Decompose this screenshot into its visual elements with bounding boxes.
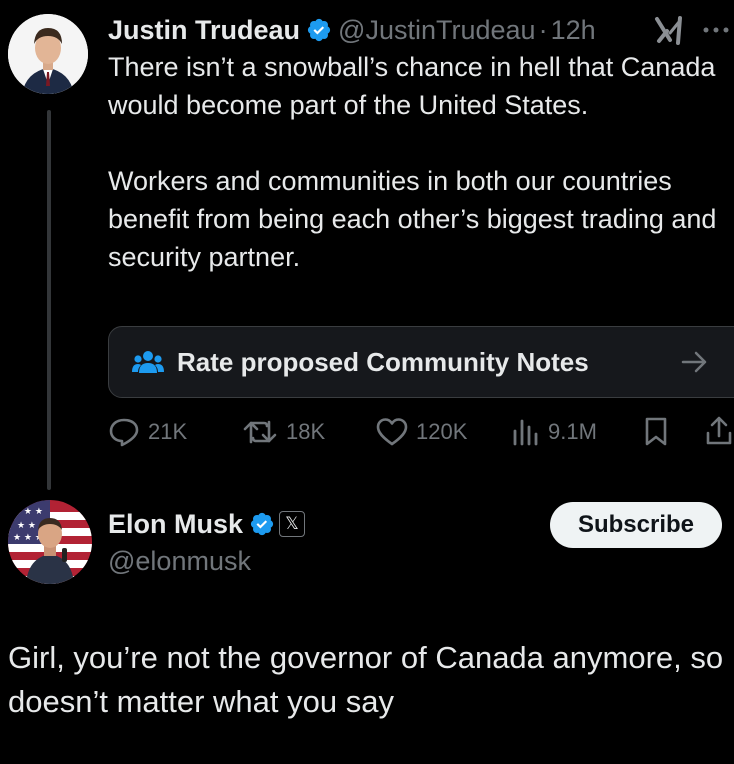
- rate-community-notes-button[interactable]: Rate proposed Community Notes: [108, 326, 734, 398]
- reply-icon: [109, 418, 139, 447]
- more-icon[interactable]: [702, 25, 732, 35]
- reply-action[interactable]: 21K: [108, 410, 187, 454]
- reply-body: Girl, you’re not the governor of Canada …: [8, 640, 724, 719]
- views-action[interactable]: 9.1M: [510, 410, 597, 454]
- arrow-right-icon: [681, 351, 707, 373]
- tweet-paragraph: There isn’t a snowball’s chance in hell …: [108, 52, 716, 120]
- grok-icon[interactable]: [652, 13, 686, 47]
- tweet-actions: 21K 18K 120K 9.1M: [108, 410, 734, 454]
- verified-badge-icon: [250, 512, 274, 536]
- heart-icon: [376, 418, 408, 446]
- thread-line: [47, 110, 51, 490]
- repost-count: 18K: [286, 419, 326, 444]
- reply-header: Elon Musk 𝕏: [108, 504, 306, 544]
- share-icon[interactable]: [704, 415, 734, 447]
- verified-badge-icon: [307, 18, 331, 42]
- reply-count: 21K: [148, 419, 188, 444]
- author-handle[interactable]: @JustinTrudeau: [338, 15, 536, 46]
- avatar-elon-musk[interactable]: ★ ★ ★ ★ ★ ★ ★ ★: [8, 500, 92, 584]
- tweet-header: Justin Trudeau @JustinTrudeau · 12h: [108, 10, 596, 50]
- reply-author-handle[interactable]: @elonmusk: [108, 542, 251, 580]
- repost-icon: [243, 420, 277, 444]
- bookmark-icon[interactable]: [642, 416, 670, 448]
- views-count: 9.1M: [548, 419, 597, 444]
- community-notes-icon: [132, 351, 164, 373]
- avatar-justin-trudeau[interactable]: [8, 14, 88, 94]
- author-name[interactable]: Justin Trudeau: [108, 15, 300, 46]
- views-icon: [513, 419, 538, 446]
- repost-action[interactable]: 18K: [242, 410, 325, 454]
- svg-text:★ ★: ★ ★: [17, 521, 36, 531]
- community-notes-label: Rate proposed Community Notes: [177, 346, 589, 377]
- subscribe-button[interactable]: Subscribe: [550, 502, 722, 548]
- like-action[interactable]: 120K: [376, 410, 467, 454]
- separator-dot: ·: [538, 14, 548, 45]
- tweet-body: There isn’t a snowball’s chance in hell …: [108, 48, 734, 276]
- tweet-paragraph: Workers and communities in both our coun…: [108, 166, 717, 272]
- svg-text:★ ★ ★: ★ ★ ★: [13, 507, 43, 517]
- tweet-time[interactable]: 12h: [551, 15, 596, 46]
- x-affiliate-badge[interactable]: 𝕏: [279, 511, 306, 537]
- like-count: 120K: [416, 419, 468, 444]
- reply-author-name[interactable]: Elon Musk: [108, 509, 243, 540]
